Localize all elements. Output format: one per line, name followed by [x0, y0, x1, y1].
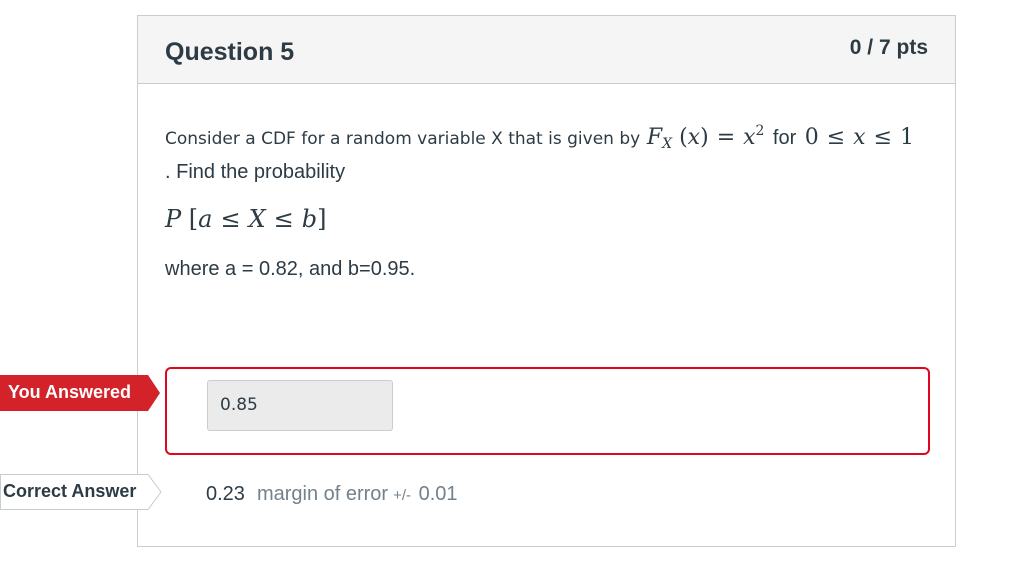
question-intro: Consider a CDF for a random variable X t… — [165, 129, 641, 149]
probability-formula: P [a ≤ X ≤ b] — [165, 205, 327, 233]
for-word: for — [772, 127, 797, 149]
question-title: Question 5 — [165, 38, 295, 66]
domain-formula: 0 ≤ x ≤1 — [804, 125, 915, 150]
answer-input[interactable]: 0.85 — [207, 380, 393, 431]
you-answered-tag: You Answered — [0, 375, 160, 411]
question-header: Question 5 0 / 7 pts — [138, 16, 955, 84]
cdf-formula: FX (x) = x2 — [644, 123, 765, 152]
question-points: 0 / 7 pts — [849, 36, 928, 59]
question-text-continued: . Find the probability — [165, 161, 346, 183]
correct-answer-text: 0.23 margin of error +/- 0.01 — [206, 483, 458, 506]
you-answered-label: You Answered — [8, 382, 132, 402]
question-where-text: where a = 0.82, and b=0.95. — [165, 258, 416, 280]
question-text-line: Consider a CDF for a random variable X t… — [165, 123, 945, 152]
margin-of-error-label: margin of error — [256, 483, 389, 505]
correct-answer-label: Correct Answer — [3, 481, 137, 501]
correct-answer-tag: Correct Answer — [0, 474, 162, 510]
answer-box-incorrect: 0.85 — [165, 367, 930, 455]
correct-answer-value: 0.23 — [206, 483, 245, 505]
margin-plus-minus: +/- — [393, 487, 412, 504]
question-card: Question 5 0 / 7 pts Consider a CDF for … — [137, 15, 956, 547]
margin-value: 0.01 — [418, 483, 458, 505]
